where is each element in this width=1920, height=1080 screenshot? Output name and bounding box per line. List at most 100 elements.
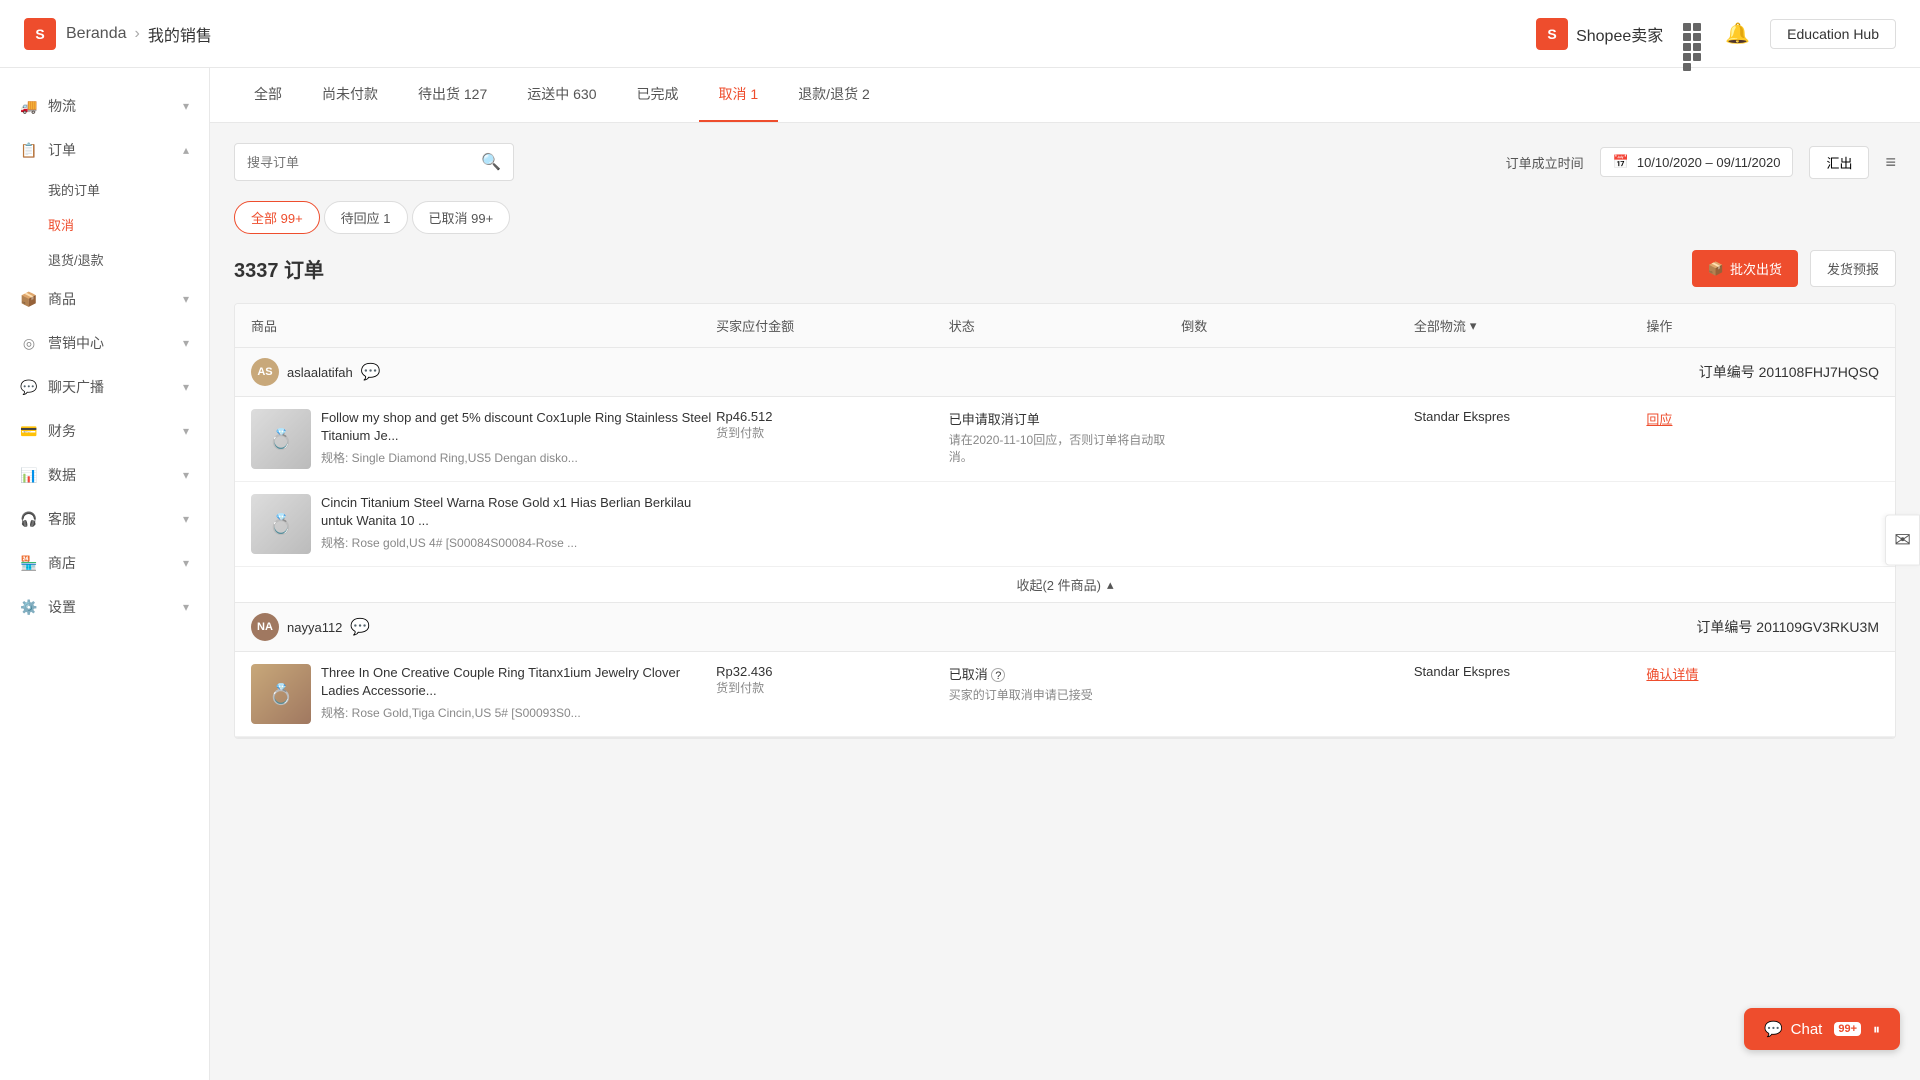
sidebar-item-customer[interactable]: 🎧 客服 ▾: [0, 497, 209, 541]
sidebar-item-cancel[interactable]: 取消: [48, 207, 209, 242]
user-info: AS aslaalatifah 💬: [251, 358, 381, 386]
tab-refund[interactable]: 退款/退货 2: [778, 68, 890, 122]
status-note: 买家的订单取消申请已接受: [949, 687, 1182, 704]
chevron-down-icon: ▾: [183, 512, 189, 526]
main-content: 全部 尚未付款 待出货 127 运送中 630 已完成 取消 1 退款/退货 2…: [210, 68, 1920, 1080]
date-range-value: 10/10/2020 – 09/11/2020: [1637, 155, 1781, 170]
date-filter-label: 订单成立时间: [1506, 153, 1584, 172]
sidebar-label-orders: 订单: [48, 140, 76, 160]
shopee-logo-icon: S: [24, 18, 56, 50]
forecast-button[interactable]: 发货预报: [1810, 250, 1896, 287]
chat-float-button[interactable]: 💬 Chat 99+ ⏸: [1744, 1008, 1900, 1050]
chevron-down-icon: ▾: [183, 380, 189, 394]
sidebar-label-products: 商品: [48, 289, 76, 309]
chevron-down-icon: ▾: [183, 556, 189, 570]
confirm-button[interactable]: 确认详情: [1646, 667, 1698, 682]
sidebar-item-data[interactable]: 📊 数据 ▾: [0, 453, 209, 497]
product-spec: 规格: Rose Gold,Tiga Cincin,US 5# [S00093S…: [321, 704, 716, 721]
sidebar-label-marketing: 营销中心: [48, 333, 104, 353]
tab-completed[interactable]: 已完成: [617, 68, 699, 122]
mail-side-button[interactable]: ✉: [1885, 515, 1920, 566]
product-details: Three In One Creative Couple Ring Titanx…: [321, 664, 716, 724]
product-spec: 规格: Single Diamond Ring,US5 Dengan disko…: [321, 449, 716, 466]
shipping-cell: Standar Ekspres: [1414, 409, 1647, 424]
sidebar-item-products[interactable]: 📦 商品 ▾: [0, 277, 209, 321]
reply-button[interactable]: 回应: [1646, 412, 1672, 427]
status-text: 已取消 ?: [949, 664, 1182, 683]
sidebar-item-shop[interactable]: 🏪 商店 ▾: [0, 541, 209, 585]
col-logistics[interactable]: 全部物流 ▾: [1414, 316, 1647, 335]
user-name: aslaalatifah: [287, 365, 353, 380]
user-info: NA nayya112 💬: [251, 613, 370, 641]
sub-tab-cancelled[interactable]: 已取消 99+: [412, 201, 511, 234]
status-note: 请在2020-11-10回应，否则订单将自动取消。: [949, 432, 1182, 466]
education-hub-button[interactable]: Education Hub: [1770, 19, 1896, 49]
price-label: 货到付款: [716, 424, 949, 441]
breadcrumb-current: 我的销售: [148, 22, 212, 46]
info-icon[interactable]: ?: [991, 668, 1005, 682]
sidebar-item-marketing[interactable]: ◎ 营销中心 ▾: [0, 321, 209, 365]
header-logo: S: [24, 18, 56, 50]
search-box[interactable]: 🔍: [234, 143, 514, 181]
order-id: 订单编号 201108FHJ7HQSQ: [1699, 362, 1879, 382]
avatar: NA: [251, 613, 279, 641]
order-count: 3337 订单: [234, 254, 324, 283]
tab-cancel[interactable]: 取消 1: [699, 68, 779, 122]
sidebar-item-chat[interactable]: 💬 聊天广播 ▾: [0, 365, 209, 409]
sidebar-item-orders[interactable]: 📋 订单 ▴: [0, 128, 209, 172]
user-chat-icon[interactable]: 💬: [350, 617, 370, 637]
order-id-label: 订单编号: [1699, 364, 1759, 380]
tab-shipping[interactable]: 运送中 630: [507, 68, 616, 122]
collapse-row[interactable]: 收起(2 件商品) ▴: [235, 567, 1895, 602]
table-row: 💍 Follow my shop and get 5% discount Cox…: [235, 397, 1895, 482]
product-info: 💍 Cincin Titanium Steel Warna Rose Gold …: [251, 494, 716, 554]
sidebar-item-refund[interactable]: 退货/退款: [48, 242, 209, 277]
price-cell: Rp46.512 货到付款: [716, 409, 949, 441]
product-image: 💍: [251, 664, 311, 724]
list-view-icon[interactable]: ≡: [1885, 152, 1896, 173]
status-cell: 已取消 ? 买家的订单取消申请已接受: [949, 664, 1182, 704]
product-name: Three In One Creative Couple Ring Titanx…: [321, 664, 716, 700]
sidebar-item-settings[interactable]: ⚙️ 设置 ▾: [0, 585, 209, 629]
sidebar-label-chat: 聊天广播: [48, 377, 104, 397]
tab-pending[interactable]: 待出货 127: [398, 68, 507, 122]
notification-bell-icon[interactable]: 🔔: [1725, 21, 1750, 46]
export-button[interactable]: 汇出: [1809, 146, 1869, 179]
filter-right: 订单成立时间 📅 10/10/2020 – 09/11/2020 汇出 ≡: [1506, 146, 1896, 179]
order-user-row: AS aslaalatifah 💬 订单编号 201108FHJ7HQSQ: [235, 348, 1895, 397]
breadcrumb: Beranda › 我的销售: [66, 22, 212, 46]
breadcrumb-home[interactable]: Beranda: [66, 25, 127, 43]
search-input[interactable]: [247, 155, 481, 170]
sidebar-label-logistics: 物流: [48, 96, 76, 116]
orders-icon: 📋: [20, 141, 38, 159]
chat-icon: 💬: [20, 378, 38, 396]
tab-all[interactable]: 全部: [234, 68, 302, 122]
sidebar-label-customer: 客服: [48, 509, 76, 529]
search-icon[interactable]: 🔍: [481, 152, 501, 172]
batch-ship-button[interactable]: 📦 批次出货: [1692, 250, 1798, 287]
logistics-icon: 🚚: [20, 97, 38, 115]
orders-submenu: 我的订单 取消 退货/退款: [0, 172, 209, 277]
chevron-down-icon: ▾: [183, 99, 189, 113]
content-area: 🔍 订单成立时间 📅 10/10/2020 – 09/11/2020 汇出 ≡ …: [210, 123, 1920, 759]
date-range-picker[interactable]: 📅 10/10/2020 – 09/11/2020: [1600, 147, 1794, 177]
grid-apps-icon[interactable]: [1683, 23, 1705, 45]
order-actions: 📦 批次出货 发货预报: [1692, 250, 1896, 287]
sidebar-item-finance[interactable]: 💳 财务 ▾: [0, 409, 209, 453]
header-right: S Shopee卖家 🔔 Education Hub: [1536, 18, 1896, 50]
order-id: 订单编号 201109GV3RKU3M: [1696, 617, 1879, 637]
finance-icon: 💳: [20, 422, 38, 440]
product-image: 💍: [251, 409, 311, 469]
price-cell: Rp32.436 货到付款: [716, 664, 949, 696]
col-status: 状态: [949, 316, 1182, 335]
user-chat-icon[interactable]: 💬: [361, 362, 381, 382]
sub-tab-all[interactable]: 全部 99+: [234, 201, 320, 234]
sub-tab-pending-reply[interactable]: 待回应 1: [324, 201, 408, 234]
sidebar-item-my-orders[interactable]: 我的订单: [48, 172, 209, 207]
order-table: 商品 买家应付金额 状态 倒数 全部物流 ▾ 操作 AS aslaalatifa…: [234, 303, 1896, 739]
tab-unpaid[interactable]: 尚未付款: [302, 68, 398, 122]
user-name: nayya112: [287, 620, 342, 635]
sidebar-item-logistics[interactable]: 🚚 物流 ▾: [0, 84, 209, 128]
table-row: 💍 Cincin Titanium Steel Warna Rose Gold …: [235, 482, 1895, 567]
status-text: 已申请取消订单: [949, 409, 1182, 428]
